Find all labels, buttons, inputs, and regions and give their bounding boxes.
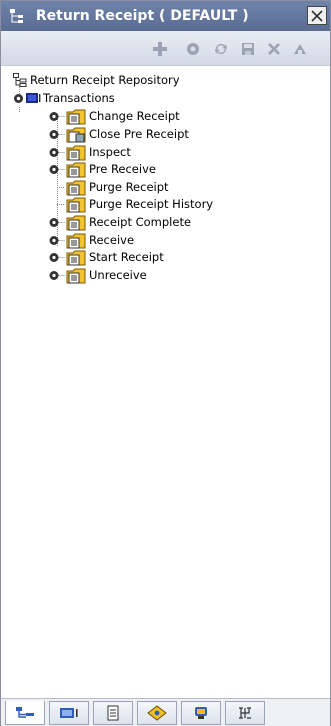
- tree-item-unreceive[interactable]: Unreceive: [49, 267, 319, 284]
- tree-item-inspect[interactable]: Inspect: [49, 144, 319, 161]
- config-tab-icon: [239, 707, 251, 719]
- refresh-button[interactable]: [212, 40, 230, 58]
- expand-toggle-icon: [49, 148, 65, 157]
- tab-document[interactable]: [93, 701, 133, 725]
- tree-item-label: Pre Receive: [89, 162, 156, 176]
- tree-item-pre-receive[interactable]: Pre Receive: [49, 161, 319, 178]
- delete-icon: [268, 43, 280, 55]
- window-title-area: Return Receipt ( DEFAULT ): [9, 8, 249, 24]
- component-tab-icon: [60, 708, 78, 718]
- folder-document-icon: [66, 180, 86, 196]
- tree-connector: [57, 187, 65, 188]
- expand-toggle-icon: [49, 253, 65, 262]
- close-button[interactable]: [307, 6, 327, 25]
- folder-document-icon: [66, 145, 86, 161]
- tree-item-label: Receive: [89, 233, 135, 247]
- expand-toggle-icon: [49, 236, 65, 245]
- refresh-icon: [215, 44, 227, 54]
- tab-rules[interactable]: [137, 701, 177, 725]
- return-receipt-window: Return Receipt ( DEFAULT ) Return Receip…: [0, 0, 331, 726]
- tree-item-change-receipt[interactable]: Change Receipt: [49, 108, 319, 125]
- transactions-icon: [26, 93, 41, 103]
- tree-item-purge-receipt[interactable]: Purge Receipt: [49, 179, 319, 196]
- tree-item-receipt-complete[interactable]: Receipt Complete: [49, 214, 319, 231]
- bottom-tab-bar: [1, 698, 330, 726]
- tree-item-close-pre-receipt[interactable]: Close Pre Receipt: [49, 126, 319, 143]
- close-icon: [311, 9, 323, 22]
- expand-toggle-icon: [49, 271, 65, 280]
- tree-item-label: Inspect: [89, 145, 131, 159]
- tab-notes[interactable]: [181, 701, 221, 725]
- repository-icon: [13, 73, 27, 87]
- tree-item-label: Purge Receipt History: [89, 197, 214, 211]
- expand-toggle-icon: [49, 130, 65, 139]
- tree-root-node[interactable]: Return Receipt Repository: [13, 72, 313, 89]
- extra-button[interactable]: [291, 40, 309, 58]
- tree-item-start-receipt[interactable]: Start Receipt: [49, 249, 319, 266]
- expand-toggle-icon: [49, 218, 65, 227]
- details-button[interactable]: [184, 40, 202, 58]
- transaction-tree: Return Receipt Repository Transactions C…: [1, 66, 330, 689]
- details-icon: [187, 43, 199, 55]
- tab-tree[interactable]: [5, 701, 45, 725]
- expand-toggle-icon: [49, 112, 65, 121]
- folder-document-icon: [66, 197, 86, 213]
- tree-tab-icon: [16, 706, 34, 718]
- toolbar: [1, 31, 330, 66]
- tree-connector: [57, 204, 65, 205]
- rules-tab-icon: [147, 705, 167, 721]
- tree-item-label: Change Receipt: [89, 109, 180, 123]
- tab-component[interactable]: [49, 701, 89, 725]
- delete-button[interactable]: [265, 40, 283, 58]
- folder-document-icon: [66, 162, 86, 178]
- document-tab-icon: [107, 705, 119, 721]
- folder-document-icon: [66, 215, 86, 231]
- tree-group-label: Transactions: [43, 91, 115, 105]
- folder-document-icon: [66, 127, 86, 143]
- tree-item-receive[interactable]: Receive: [49, 232, 319, 249]
- tree-item-label: Unreceive: [89, 268, 147, 282]
- add-button[interactable]: [151, 40, 169, 58]
- folder-document-icon: [66, 233, 86, 249]
- tree-item-label: Purge Receipt: [89, 180, 169, 194]
- tree-item-label: Close Pre Receipt: [89, 127, 189, 141]
- expand-toggle-icon: [49, 165, 65, 174]
- save-icon: [242, 43, 254, 55]
- title-bar: Return Receipt ( DEFAULT ): [1, 1, 330, 31]
- tree-item-label: Receipt Complete: [89, 215, 192, 229]
- notes-tab-icon: [195, 707, 207, 719]
- collapse-toggle-icon: [14, 94, 23, 103]
- window-title: Return Receipt ( DEFAULT ): [35, 8, 249, 24]
- extra-icon: [294, 44, 306, 54]
- tree-item-label: Start Receipt: [89, 250, 164, 264]
- tree-guide-line: [19, 107, 20, 112]
- tree-group-transactions[interactable]: Transactions: [13, 90, 313, 107]
- folder-document-icon: [66, 109, 86, 125]
- tab-config[interactable]: [225, 701, 265, 725]
- folder-document-icon: [66, 268, 86, 284]
- folder-document-icon: [66, 250, 86, 266]
- tree-item-purge-receipt-history[interactable]: Purge Receipt History: [49, 196, 319, 213]
- tree-root-label: Return Receipt Repository: [30, 73, 180, 87]
- tree-icon: [10, 9, 23, 23]
- save-button[interactable]: [239, 40, 257, 58]
- add-icon: [153, 42, 167, 56]
